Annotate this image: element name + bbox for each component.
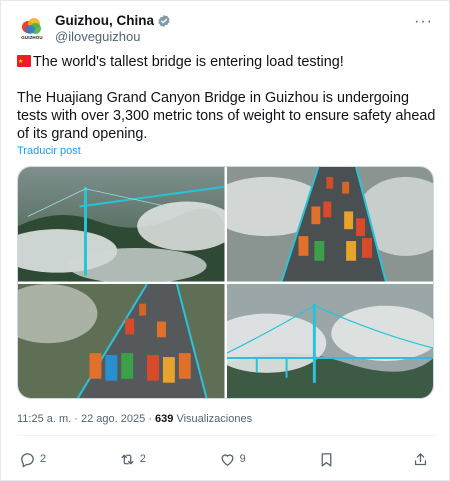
china-flag-icon xyxy=(17,53,31,71)
share-icon xyxy=(414,452,427,465)
meta-separator: · xyxy=(74,413,78,425)
tweet-meta: 11:25 a. m. · 22 ago. 2025 · 639 Visuali… xyxy=(17,413,252,425)
heart-icon xyxy=(221,453,234,466)
repost-icon xyxy=(121,454,134,464)
translate-post-link[interactable]: Traducir post xyxy=(17,145,81,157)
avatar[interactable]: GUIZHOU xyxy=(17,14,47,44)
verified-badge-icon xyxy=(158,14,170,28)
bookmark-button[interactable] xyxy=(318,451,339,468)
post-time[interactable]: 11:25 a. m. xyxy=(17,413,71,425)
photo-bridge-deck-trucks-top[interactable] xyxy=(226,167,433,282)
reply-count: 2 xyxy=(40,453,47,465)
author-names: Guizhou, China @iloveguizhou xyxy=(55,13,171,45)
like-count: 9 xyxy=(239,453,246,465)
photo-bridge-aerial-clouds[interactable] xyxy=(226,283,433,398)
tweet-headline-line: The world's tallest bridge is entering l… xyxy=(17,53,437,71)
repost-button[interactable]: 2 xyxy=(119,451,146,468)
post-date[interactable]: 22 ago. 2025 xyxy=(81,413,145,425)
divider xyxy=(17,435,437,436)
share-button[interactable] xyxy=(412,451,433,468)
more-horizontal-icon[interactable]: ··· xyxy=(414,14,433,30)
like-button[interactable]: 9 xyxy=(219,451,246,468)
meta-separator-2: · xyxy=(148,413,152,425)
bookmark-icon xyxy=(321,452,332,467)
action-bar: 2 2 9 xyxy=(19,449,433,469)
reply-icon xyxy=(21,452,34,467)
tweet-header: GUIZHOU Guizhou, China @iloveguizhou ··· xyxy=(17,11,437,47)
photo-bridge-tower-clouds[interactable] xyxy=(18,167,225,282)
media-grid xyxy=(17,166,434,399)
views-count: 639 xyxy=(155,413,174,425)
tweet-body: The Huajiang Grand Canyon Bridge in Guiz… xyxy=(17,90,436,142)
tweet-headline: The world's tallest bridge is entering l… xyxy=(33,54,344,70)
tweet-card: GUIZHOU Guizhou, China @iloveguizhou ···… xyxy=(0,0,450,481)
reply-button[interactable]: 2 xyxy=(19,451,46,468)
photo-trucks-on-deck[interactable] xyxy=(18,283,225,398)
author-handle[interactable]: @iloveguizhou xyxy=(55,29,171,45)
repost-count: 2 xyxy=(139,453,146,465)
views-label: Visualizaciones xyxy=(176,413,253,425)
guizhou-logo-icon xyxy=(22,18,42,34)
avatar-logo-text: GUIZHOU xyxy=(21,35,43,40)
author-display-name[interactable]: Guizhou, China xyxy=(55,13,154,29)
